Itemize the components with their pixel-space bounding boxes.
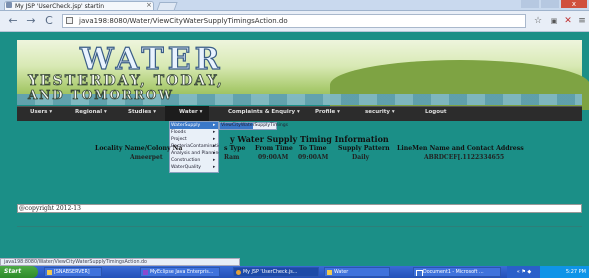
menu-users[interactable]: Users ▾ xyxy=(30,109,52,116)
window-maximize-button[interactable] xyxy=(541,0,559,8)
bookmark-star-icon[interactable]: ☆ xyxy=(532,15,544,27)
window-minimize-button[interactable] xyxy=(521,0,539,8)
taskbar-item-label: Water xyxy=(334,270,349,275)
system-tray-icons[interactable]: « ⚑ ◆ xyxy=(507,266,541,278)
reload-icon[interactable]: C xyxy=(42,14,56,28)
menu-icon[interactable]: ≡ xyxy=(576,15,588,27)
cell-from-time: 09:00AM xyxy=(258,154,289,161)
taskbar-item-water-folder[interactable]: Water xyxy=(324,267,390,277)
taskbar-item-snabserver[interactable]: [SNABSERVER] xyxy=(44,267,102,277)
submenu-arrow-icon: ▸ xyxy=(213,144,216,149)
folder-icon xyxy=(47,270,52,275)
column-header-supply-type: s Type xyxy=(224,145,246,152)
column-header-supply-pattern: Supply Pattern xyxy=(338,145,390,152)
taskbar-item-label: My JSP 'UserCheck.js... xyxy=(243,270,298,275)
address-bar[interactable]: java198:8080/Water/ViewCityWaterSupplyTi… xyxy=(62,14,526,28)
dropdown-item-waterquality[interactable]: WaterQuality xyxy=(171,164,219,171)
copyright-text: @copyright 2012-13 xyxy=(19,205,81,212)
cell-supply-type: Ram xyxy=(224,154,240,161)
folder-icon xyxy=(327,270,332,275)
word-icon xyxy=(416,270,423,276)
browser-tab[interactable]: My JSP 'UserCheck.jsp' startin xyxy=(4,1,154,10)
submenu-arrow-icon: ▸ xyxy=(213,165,216,170)
table-title: y Water Supply Timing Information xyxy=(230,134,389,144)
footer-bar xyxy=(17,204,582,213)
menu-water[interactable]: Water ▾ xyxy=(179,109,202,116)
cell-supply-pattern: Daily xyxy=(352,154,370,161)
extension-red-icon[interactable]: ✕ xyxy=(562,15,574,27)
taskbar-item-myeclipse[interactable]: MyEclipse Java Enterpris... xyxy=(140,267,220,277)
page-info-icon[interactable] xyxy=(66,17,73,24)
dropdown-item-floods[interactable]: Floods xyxy=(171,129,219,136)
page-favicon-icon xyxy=(6,2,12,8)
dropdown-item-construction[interactable]: Construction xyxy=(171,157,219,164)
cell-locality: Ameerpet xyxy=(130,154,163,161)
submenu-arrow-icon: ▸ xyxy=(213,151,216,156)
cell-to-time: 09:00AM xyxy=(298,154,329,161)
footer-divider xyxy=(17,226,582,227)
back-arrow-icon[interactable]: ← xyxy=(6,14,20,28)
dropdown-item-project[interactable]: Project xyxy=(171,136,219,143)
taskbar-item-label: Document1 - Microsoft ... xyxy=(423,270,484,275)
taskbar-item-browser[interactable]: My JSP 'UserCheck.js... xyxy=(233,267,319,277)
submenu-arrow-icon: ▸ xyxy=(213,123,216,128)
forward-arrow-icon[interactable]: → xyxy=(24,14,38,28)
taskbar-item-word[interactable]: Document1 - Microsoft ... xyxy=(413,267,501,277)
chrome-icon xyxy=(236,270,241,275)
browser-status-bar: java198:8080/Water/ViewCityWaterSupplyTi… xyxy=(0,258,240,266)
taskbar-item-label: [SNABSERVER] xyxy=(54,270,90,275)
start-button[interactable]: Start xyxy=(0,266,38,278)
column-header-locality: Locality Name/Colony Na xyxy=(95,145,183,152)
window-close-button[interactable]: x xyxy=(561,0,587,8)
submenu-arrow-icon: ▸ xyxy=(213,158,216,163)
menu-studies[interactable]: Studies ▾ xyxy=(128,109,156,116)
taskbar-clock[interactable]: 5:27 PM xyxy=(540,266,589,278)
site-tagline-line1: YESTERDAY, TODAY, xyxy=(28,73,224,90)
tab-close-icon[interactable]: × xyxy=(146,1,152,10)
menu-logout[interactable]: Logout xyxy=(425,109,447,116)
dropdown-item-watersupply[interactable]: WaterSupply xyxy=(171,122,219,129)
column-header-from-time: From Time xyxy=(255,145,293,152)
menu-regional[interactable]: Regional ▾ xyxy=(75,109,107,116)
menu-complaints-enquiry[interactable]: Complaints & Enquiry ▾ xyxy=(228,109,300,116)
taskbar-item-label: MyEclipse Java Enterpris... xyxy=(150,270,214,275)
column-header-linemen: LineMen Name and Contact Address xyxy=(397,145,524,152)
submenu-arrow-icon: ▸ xyxy=(213,130,216,135)
myeclipse-icon xyxy=(143,270,148,275)
cell-linemen-contact: ABRDCEF[.1122334655 xyxy=(424,154,505,161)
site-logo: WATER xyxy=(79,41,224,77)
menu-security[interactable]: security ▾ xyxy=(365,109,395,116)
new-tab-button[interactable] xyxy=(156,2,178,11)
extension-icon[interactable]: ▣ xyxy=(548,15,560,27)
column-header-to-time: To Time xyxy=(299,145,327,152)
menu-profile[interactable]: Profile ▾ xyxy=(315,109,340,116)
submenu-arrow-icon: ▸ xyxy=(213,137,216,142)
site-tagline-line2: AND TOMORROW xyxy=(28,88,174,103)
submenu-item-view-city-water-supply-timings[interactable]: ViewCityWaterSupplyTimings xyxy=(221,122,288,130)
